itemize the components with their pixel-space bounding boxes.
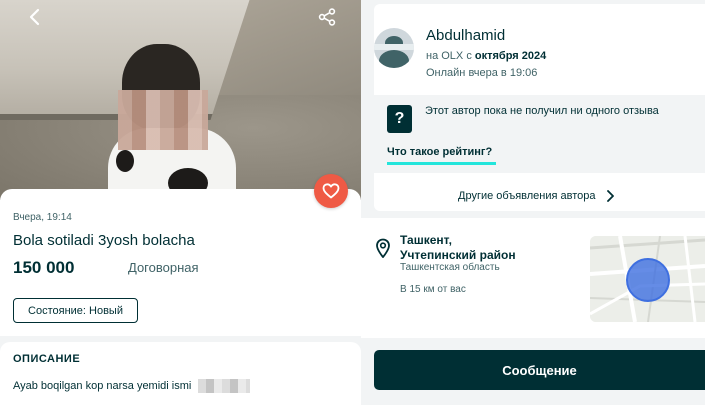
share-icon[interactable]: [314, 4, 340, 30]
location-city: Ташкент, Учтепинский район: [400, 233, 540, 263]
location-pin-icon: [375, 238, 391, 263]
seller-since-prefix: на OLX с: [426, 50, 475, 62]
condition-badge: Состояние: Новый: [13, 298, 138, 323]
other-ads-link[interactable]: Другие объявления автора: [458, 190, 614, 202]
description-heading: ОПИСАНИЕ: [13, 353, 81, 365]
rating-link-underline: [387, 162, 496, 165]
description-text: Ayab boqilgan kop narsa yemidi ismi: [13, 380, 192, 392]
blurred-name: [198, 379, 250, 393]
question-icon: ?: [387, 105, 412, 133]
listing-price: 150 000: [13, 258, 75, 277]
heart-icon[interactable]: [314, 174, 348, 208]
no-reviews-text: Этот автор пока не получил ни одного отз…: [425, 105, 659, 117]
blurred-face: [118, 90, 208, 150]
location-distance: В 15 км от вас: [400, 284, 466, 295]
other-ads-label: Другие объявления автора: [458, 190, 596, 202]
price-negotiable: Договорная: [128, 260, 199, 275]
send-message-button[interactable]: Сообщение: [374, 350, 705, 390]
seller-since-date: октября 2024: [474, 50, 547, 62]
location-city-line1: Ташкент,: [400, 233, 452, 247]
location-map[interactable]: [590, 236, 705, 322]
listing-title: Bola sotiladi 3yosh bolacha: [13, 232, 195, 249]
location-district: Учтепинский район: [400, 248, 516, 262]
seller-online-status: Онлайн вчера в 19:06: [426, 67, 538, 79]
seller-name[interactable]: Abdulhamid: [426, 27, 505, 44]
location-region: Ташкентская область: [400, 262, 500, 273]
description-card: [0, 342, 361, 405]
avatar[interactable]: [374, 28, 414, 68]
chevron-right-icon: [606, 190, 614, 202]
listing-photo[interactable]: [0, 0, 361, 200]
seller-since: на OLX с октября 2024: [426, 50, 546, 62]
rating-info-link[interactable]: Что такое рейтинг?: [387, 146, 492, 158]
posted-time: Вчера, 19:14: [13, 212, 72, 223]
back-arrow-icon[interactable]: [22, 4, 48, 30]
